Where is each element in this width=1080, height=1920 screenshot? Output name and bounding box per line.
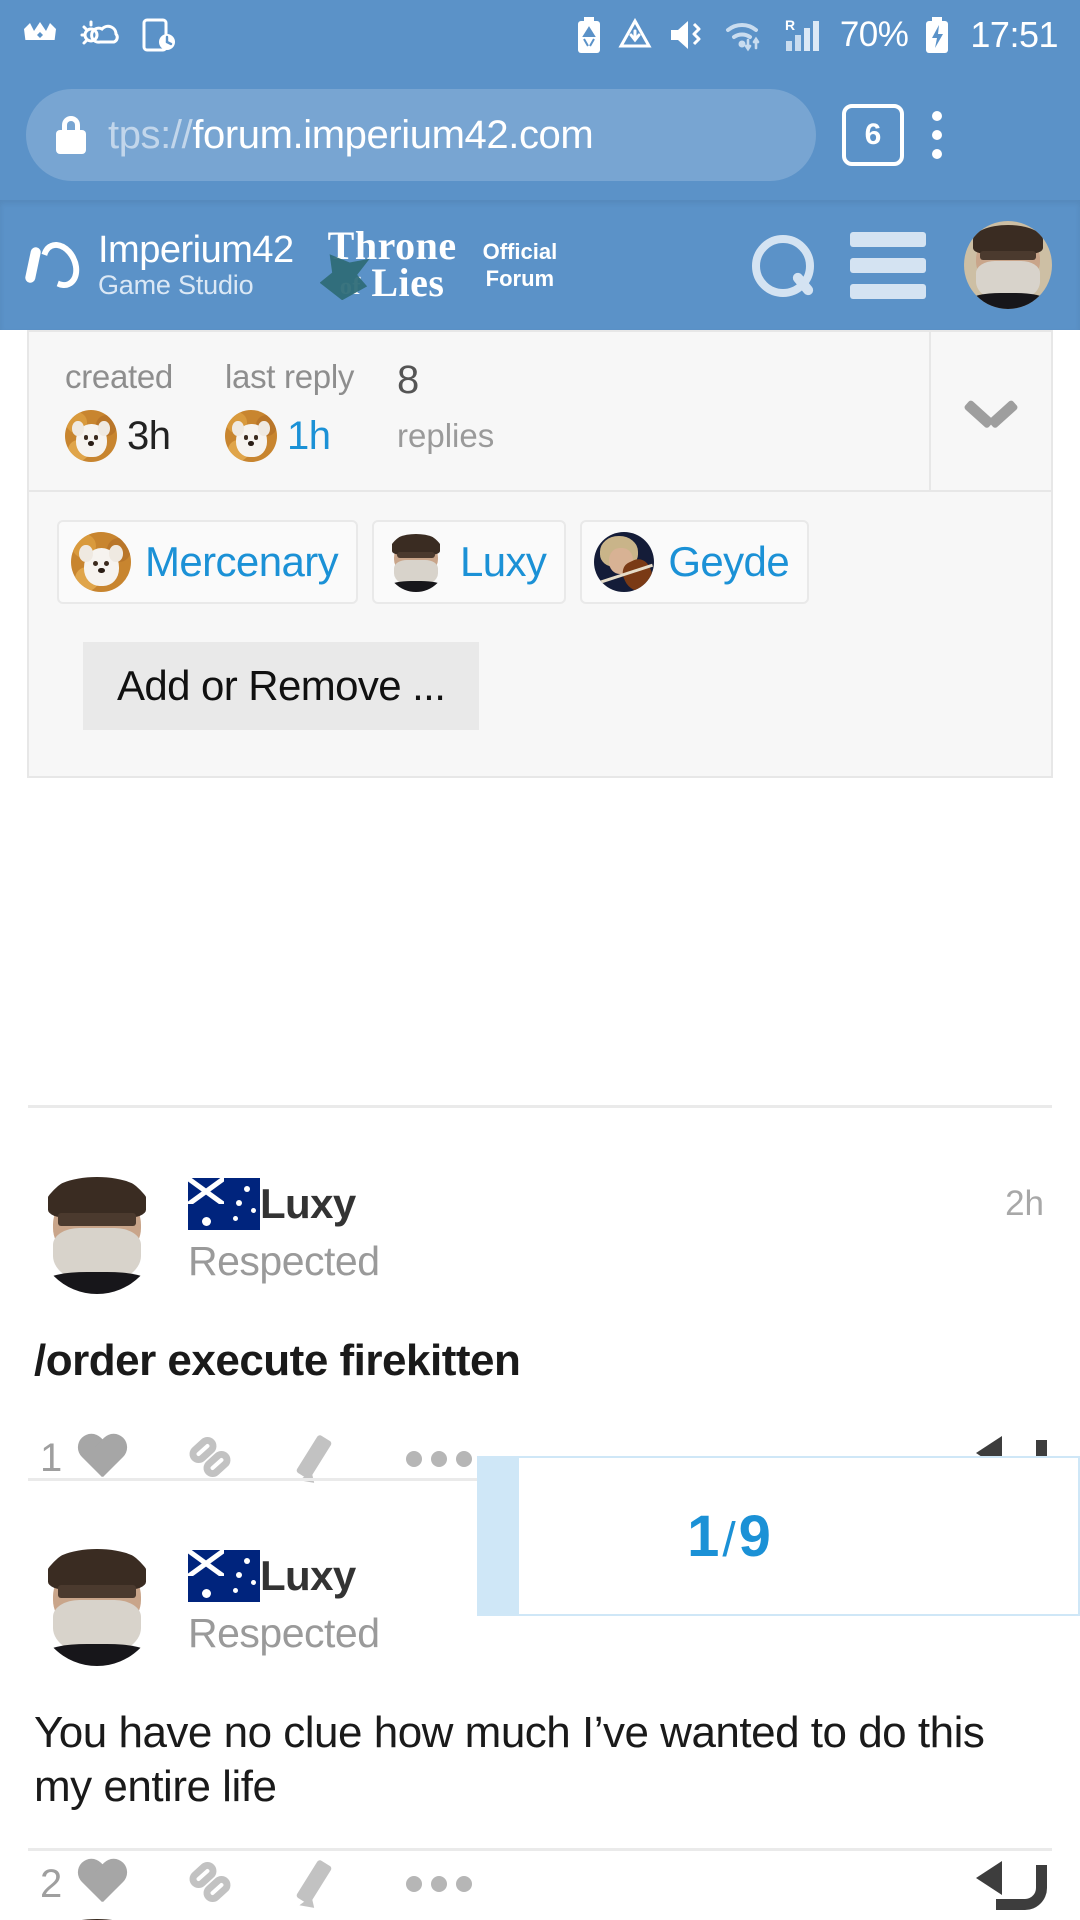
flag-au-icon bbox=[188, 1178, 260, 1230]
status-bar-left-icons bbox=[22, 18, 176, 52]
stat-created: created 3h bbox=[65, 358, 225, 462]
data-saver-icon bbox=[618, 18, 652, 48]
url-prefix: tps:// bbox=[108, 112, 193, 157]
game-logo[interactable]: Throne of Lies bbox=[319, 226, 457, 305]
post-divider bbox=[28, 1105, 1052, 1108]
wifi-icon bbox=[725, 22, 760, 52]
imperium42-swirl-icon bbox=[28, 237, 84, 293]
participants-section: Mercenary Luxy Geyde Add or Remove ... bbox=[29, 492, 1051, 776]
post-author-title: Respected bbox=[188, 1238, 380, 1284]
add-or-remove-button[interactable]: Add or Remove ... bbox=[83, 642, 480, 730]
address-bar[interactable]: tps://forum.imperium42.com bbox=[26, 89, 816, 181]
participant-chip[interactable]: Luxy bbox=[372, 520, 567, 604]
post-divider bbox=[28, 1848, 1052, 1851]
link-icon[interactable] bbox=[186, 1432, 238, 1485]
stat-last-reply: last reply 1h bbox=[225, 358, 397, 462]
post-author-avatar[interactable] bbox=[36, 1544, 158, 1666]
last-reply-author-avatar bbox=[225, 410, 277, 462]
like-button[interactable]: 1 bbox=[40, 1435, 128, 1483]
weather-icon bbox=[80, 20, 119, 45]
page-separator: / bbox=[722, 1513, 735, 1567]
screen-time-icon bbox=[142, 18, 175, 52]
topic-stats-row: created 3h last reply 1h 8 replies bbox=[29, 332, 1051, 492]
game-title-line2: Lies bbox=[371, 260, 445, 305]
post-3-partial bbox=[0, 1882, 1080, 1920]
hamburger-menu-icon[interactable] bbox=[850, 231, 926, 299]
url-domain: forum.imperium42.com bbox=[192, 112, 594, 157]
tab-counter-button[interactable]: 6 bbox=[842, 104, 904, 166]
official-forum-label: Official Forum bbox=[483, 238, 558, 293]
battery-saver-icon bbox=[577, 17, 600, 53]
mute-vibrate-icon bbox=[670, 21, 701, 49]
search-icon[interactable] bbox=[748, 233, 814, 297]
chevron-down-icon bbox=[967, 398, 1015, 424]
user-avatar[interactable] bbox=[964, 221, 1052, 309]
flag-au-icon bbox=[188, 1550, 260, 1602]
url-text: tps://forum.imperium42.com bbox=[108, 113, 593, 158]
status-bar: R 70% 17:51 bbox=[0, 0, 1080, 70]
post-timestamp: 2h bbox=[1005, 1184, 1044, 1223]
crown-icon bbox=[24, 22, 56, 46]
heart-icon[interactable] bbox=[76, 1435, 128, 1483]
browser-toolbar: tps://forum.imperium42.com 6 bbox=[0, 70, 1080, 200]
copy-link-button[interactable] bbox=[186, 1432, 238, 1485]
battery-percent: 70% bbox=[839, 15, 909, 54]
pencil-icon[interactable] bbox=[296, 1433, 348, 1485]
post-1: Luxy Respected 2h /order execute firekit… bbox=[0, 1140, 1080, 1488]
svg-text:R: R bbox=[785, 17, 795, 33]
participants-list: Mercenary Luxy Geyde bbox=[57, 520, 1051, 604]
post-header bbox=[0, 1882, 1080, 1920]
created-label: created bbox=[65, 358, 173, 395]
participant-name[interactable]: Geyde bbox=[668, 538, 789, 586]
participant-name[interactable]: Luxy bbox=[460, 538, 547, 586]
site-navigation-bar: Imperium42 Game Studio Throne of Lies Of… bbox=[0, 200, 1080, 330]
roaming-signal-icon: R bbox=[785, 17, 819, 51]
participant-name[interactable]: Mercenary bbox=[145, 538, 339, 586]
post-author-avatar[interactable] bbox=[36, 1172, 158, 1294]
created-time: 3h bbox=[127, 413, 171, 458]
like-count: 1 bbox=[40, 1436, 63, 1481]
last-reply-time[interactable]: 1h bbox=[287, 414, 331, 459]
topic-progress-indicator[interactable]: 1/9 bbox=[477, 1456, 1080, 1616]
progress-track[interactable] bbox=[479, 1458, 519, 1614]
clock-time: 17:51 bbox=[970, 14, 1058, 55]
post-author-name[interactable]: Luxy bbox=[260, 1552, 356, 1600]
lock-icon bbox=[56, 116, 86, 154]
participant-chip[interactable]: Geyde bbox=[580, 520, 810, 604]
stat-replies: 8 replies bbox=[397, 358, 577, 462]
official-line1: Official bbox=[482, 238, 558, 264]
kebab-menu-icon[interactable] bbox=[932, 111, 942, 159]
official-line2: Forum bbox=[485, 266, 555, 291]
created-author-avatar bbox=[65, 410, 117, 462]
topic-summary-card: created 3h last reply 1h 8 replies Merce… bbox=[27, 330, 1053, 778]
post-author-title: Respected bbox=[188, 1610, 380, 1656]
participant-avatar bbox=[594, 532, 655, 592]
brand-name: Imperium42 bbox=[98, 229, 294, 271]
total-post-count: 9 bbox=[738, 1503, 771, 1569]
expand-topic-button[interactable] bbox=[929, 332, 1051, 490]
more-options-button[interactable] bbox=[406, 1450, 473, 1467]
post-body: You have no clue how much I’ve wanted to… bbox=[34, 1708, 985, 1811]
status-bar-right-icons: R 70% 17:51 bbox=[576, 14, 1058, 56]
participant-avatar bbox=[71, 532, 131, 592]
brand-tagline: Game Studio bbox=[98, 270, 254, 300]
edit-button[interactable] bbox=[296, 1433, 348, 1485]
ellipsis-icon[interactable] bbox=[406, 1450, 473, 1467]
page-position-label: 1/9 bbox=[519, 1503, 1078, 1570]
participant-chip[interactable]: Mercenary bbox=[57, 520, 358, 604]
current-post-number: 1 bbox=[687, 1503, 719, 1569]
battery-charging-icon bbox=[926, 17, 949, 53]
post-author-name[interactable]: Luxy bbox=[260, 1180, 356, 1228]
post-body: /order execute firekitten bbox=[34, 1336, 521, 1385]
last-reply-label: last reply bbox=[225, 358, 355, 395]
participant-avatar bbox=[386, 532, 446, 592]
screen-root: R 70% 17:51 tps://forum.imperium42.com 6 bbox=[0, 0, 1080, 1920]
post-author-avatar[interactable] bbox=[36, 1914, 158, 1920]
replies-count: 8 bbox=[397, 358, 419, 402]
post-header: Luxy Respected 2h bbox=[0, 1140, 1080, 1294]
brand-logo[interactable]: Imperium42 Game Studio bbox=[28, 231, 294, 299]
replies-label: replies bbox=[397, 417, 495, 454]
